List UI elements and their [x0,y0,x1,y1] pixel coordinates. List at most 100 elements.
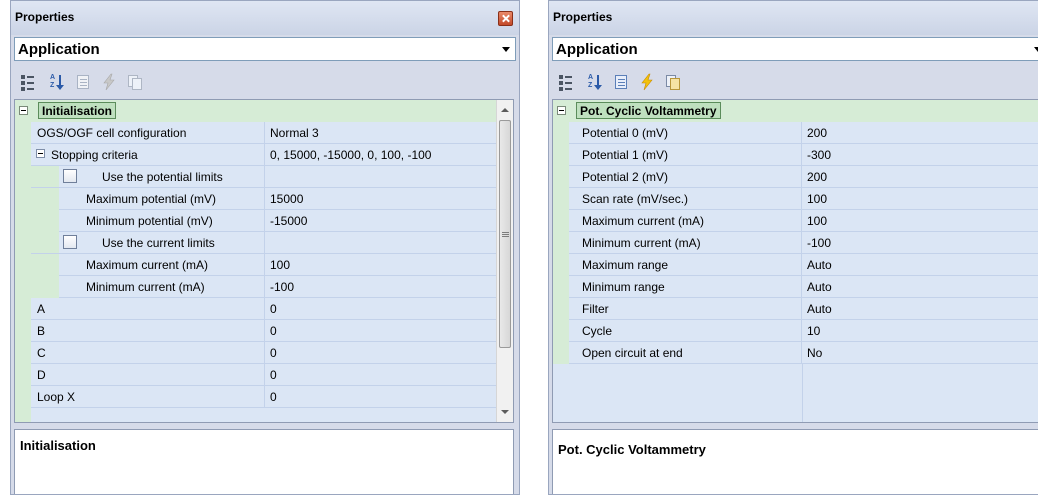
close-icon[interactable] [498,11,513,26]
property-row[interactable]: Stopping criteria 0, 15000, -15000, 0, 1… [15,144,497,166]
categorized-view-icon[interactable] [20,73,38,91]
property-value[interactable]: 0 [265,298,497,320]
checkbox[interactable] [63,235,77,249]
property-row[interactable]: Use the potential limits [15,166,497,188]
chevron-down-icon[interactable] [1034,47,1038,52]
property-pages-icon[interactable] [126,73,144,91]
sort-alphabetical-icon[interactable]: AZ [586,73,604,91]
property-name: Maximum current (mA) [569,210,802,232]
property-name: Maximum current (mA) [59,254,265,276]
property-value[interactable]: -100 [265,276,497,298]
property-name: Minimum range [569,276,802,298]
property-value[interactable]: 0, 15000, -15000, 0, 100, -100 [265,144,497,166]
property-row[interactable]: Maximum current (mA) 100 [15,254,497,276]
property-value[interactable]: 200 [802,166,1038,188]
property-value[interactable]: 0 [265,342,497,364]
property-row[interactable]: Potential 0 (mV) 200 [553,122,1038,144]
property-value[interactable]: 100 [265,254,497,276]
property-row[interactable]: Potential 1 (mV) -300 [553,144,1038,166]
object-selector[interactable]: Application [14,37,516,61]
panel-title: Properties [15,10,75,24]
category-row[interactable]: Initialisation [15,100,497,122]
property-value[interactable]: 0 [265,364,497,386]
property-row[interactable]: Minimum range Auto [553,276,1038,298]
property-row[interactable]: A 0 [15,298,497,320]
properties-panel-left: Properties Application AZ Initialisation [10,0,520,495]
panel-titlebar: Properties [549,1,1038,35]
property-value[interactable]: Normal 3 [265,122,497,144]
property-name-text: Use the potential limits [102,170,223,184]
collapse-icon[interactable] [557,106,566,115]
property-name: B [31,320,265,342]
property-value[interactable]: 10 [802,320,1038,342]
property-row[interactable]: Loop X 0 [15,386,497,408]
events-lightning-icon[interactable] [638,73,656,91]
checkbox[interactable] [63,169,77,183]
category-row[interactable]: Pot. Cyclic Voltammetry [553,100,1038,122]
object-selector[interactable]: Application [552,37,1038,61]
property-value[interactable]: 15000 [265,188,497,210]
property-row[interactable]: Maximum range Auto [553,254,1038,276]
property-name: OGS/OGF cell configuration [31,122,265,144]
property-value[interactable]: Auto [802,254,1038,276]
property-row[interactable]: Minimum current (mA) -100 [15,276,497,298]
property-name: Maximum potential (mV) [59,188,265,210]
scroll-up-icon[interactable] [501,108,509,112]
collapse-icon[interactable] [19,106,28,115]
property-name: D [31,364,265,386]
categorized-view-icon[interactable] [558,73,576,91]
property-row[interactable]: Potential 2 (mV) 200 [553,166,1038,188]
property-row[interactable]: Minimum current (mA) -100 [553,232,1038,254]
property-value[interactable]: -100 [802,232,1038,254]
property-name: Stopping criteria [31,144,265,166]
panel-title: Properties [553,10,613,24]
description-title: Initialisation [20,438,96,453]
properties-view-icon[interactable] [612,73,630,91]
property-name: Use the potential limits [31,166,265,188]
property-row[interactable]: Open circuit at end No [553,342,1038,364]
vertical-scrollbar[interactable] [496,100,513,422]
property-value[interactable]: -15000 [265,210,497,232]
property-row[interactable]: Minimum potential (mV) -15000 [15,210,497,232]
scroll-down-icon[interactable] [501,410,509,414]
scrollbar-thumb[interactable] [499,120,511,348]
property-value[interactable]: Auto [802,276,1038,298]
property-name: Cycle [569,320,802,342]
property-value[interactable]: 100 [802,188,1038,210]
property-row[interactable]: Filter Auto [553,298,1038,320]
property-row[interactable]: Maximum current (mA) 100 [553,210,1038,232]
property-value[interactable]: 0 [265,386,497,408]
property-value[interactable]: 100 [802,210,1038,232]
category-label: Initialisation [38,102,117,119]
property-value[interactable]: Auto [802,298,1038,320]
grid-empty-area [553,364,1038,422]
property-name-text: Use the current limits [102,236,215,250]
property-name: Minimum current (mA) [59,276,265,298]
property-value[interactable] [265,232,497,254]
property-grid: Pot. Cyclic Voltammetry Potential 0 (mV)… [552,99,1038,423]
property-name: Maximum range [569,254,802,276]
property-row[interactable]: OGS/OGF cell configuration Normal 3 [15,122,497,144]
property-value[interactable]: No [802,342,1038,364]
property-row[interactable]: Scan rate (mV/sec.) 100 [553,188,1038,210]
property-row[interactable]: C 0 [15,342,497,364]
collapse-icon[interactable] [36,149,45,158]
property-row[interactable]: D 0 [15,364,497,386]
property-name: C [31,342,265,364]
chevron-down-icon[interactable] [502,47,510,52]
property-value[interactable]: 0 [265,320,497,342]
sort-alphabetical-icon[interactable]: AZ [48,73,66,91]
property-row[interactable]: Use the current limits [15,232,497,254]
property-name: A [31,298,265,320]
property-row[interactable]: Maximum potential (mV) 15000 [15,188,497,210]
events-lightning-icon[interactable] [100,73,118,91]
property-pages-icon[interactable] [664,73,682,91]
property-value[interactable]: 200 [802,122,1038,144]
property-row[interactable]: B 0 [15,320,497,342]
object-selector-value: Application [18,41,100,58]
properties-view-icon[interactable] [74,73,92,91]
property-row[interactable]: Cycle 10 [553,320,1038,342]
property-name: Open circuit at end [569,342,802,364]
property-value[interactable] [265,166,497,188]
property-value[interactable]: -300 [802,144,1038,166]
